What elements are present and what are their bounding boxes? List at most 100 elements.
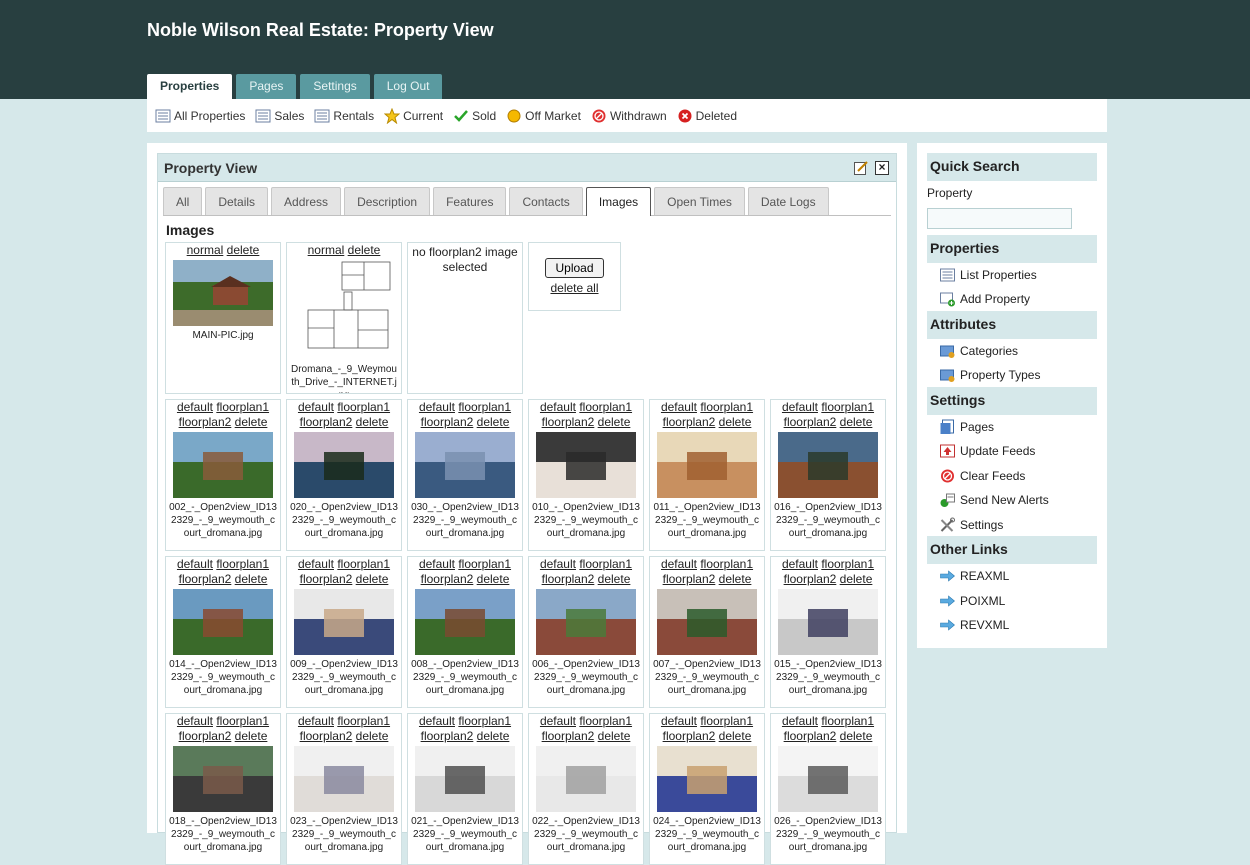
filter-withdrawn[interactable]: Withdrawn bbox=[591, 108, 667, 124]
tab-pages[interactable]: Pages bbox=[236, 74, 297, 99]
tab-features[interactable]: Features bbox=[433, 187, 507, 215]
filter-all-properties[interactable]: All Properties bbox=[155, 108, 245, 124]
delete-link[interactable]: delete bbox=[235, 572, 268, 586]
delete-link[interactable]: delete bbox=[356, 572, 389, 586]
delete-link[interactable]: delete bbox=[477, 729, 510, 743]
floorplan2-link[interactable]: floorplan2 bbox=[542, 572, 595, 586]
floorplan1-link[interactable]: floorplan1 bbox=[579, 714, 632, 728]
sidebar-item-clear-feeds[interactable]: Clear Feeds bbox=[939, 467, 1025, 485]
floorplan2-link[interactable]: floorplan2 bbox=[784, 729, 837, 743]
floorplan1-link[interactable]: floorplan1 bbox=[821, 557, 874, 571]
tab-date-logs[interactable]: Date Logs bbox=[747, 187, 829, 215]
delete-link[interactable]: delete bbox=[719, 415, 752, 429]
floorplan2-link[interactable]: floorplan2 bbox=[663, 572, 716, 586]
default-link[interactable]: default bbox=[298, 714, 334, 728]
default-link[interactable]: default bbox=[419, 714, 455, 728]
floorplan2-link[interactable]: floorplan2 bbox=[784, 415, 837, 429]
delete-all-link[interactable]: delete all bbox=[529, 281, 620, 295]
filter-rentals[interactable]: Rentals bbox=[314, 108, 374, 124]
sidebar-item-update-feeds[interactable]: Update Feeds bbox=[939, 442, 1035, 460]
filter-sold[interactable]: Sold bbox=[453, 108, 496, 124]
sidebar-item-list-properties[interactable]: List Properties bbox=[939, 266, 1037, 284]
delete-link[interactable]: delete bbox=[840, 572, 873, 586]
default-link[interactable]: default bbox=[661, 557, 697, 571]
floorplan1-link[interactable]: floorplan1 bbox=[216, 714, 269, 728]
floorplan1-link[interactable]: floorplan1 bbox=[216, 557, 269, 571]
sidebar-item-pages[interactable]: Pages bbox=[939, 418, 994, 436]
floorplan1-link[interactable]: floorplan1 bbox=[458, 714, 511, 728]
tab-open-times[interactable]: Open Times bbox=[654, 187, 745, 215]
tab-address[interactable]: Address bbox=[271, 187, 342, 215]
sidebar-item-poixml[interactable]: POIXML bbox=[939, 592, 1005, 610]
default-link[interactable]: default bbox=[782, 557, 818, 571]
delete-link[interactable]: delete bbox=[840, 729, 873, 743]
floorplan1-link[interactable]: floorplan1 bbox=[579, 557, 632, 571]
default-link[interactable]: default bbox=[177, 714, 213, 728]
sidebar-item-categories[interactable]: Categories bbox=[939, 342, 1018, 360]
floorplan1-link[interactable]: floorplan1 bbox=[216, 400, 269, 414]
default-link[interactable]: default bbox=[661, 400, 697, 414]
delete-link[interactable]: delete bbox=[356, 415, 389, 429]
delete-link[interactable]: delete bbox=[598, 572, 631, 586]
sidebar-item-revxml[interactable]: REVXML bbox=[939, 616, 1009, 634]
floorplan2-link[interactable]: floorplan2 bbox=[421, 729, 474, 743]
floorplan1-link[interactable]: floorplan1 bbox=[458, 557, 511, 571]
delete-link[interactable]: delete bbox=[356, 729, 389, 743]
tab-log-out[interactable]: Log Out bbox=[373, 74, 443, 99]
sidebar-item-add-property[interactable]: Add Property bbox=[939, 290, 1030, 308]
default-link[interactable]: default bbox=[177, 557, 213, 571]
tab-description[interactable]: Description bbox=[344, 187, 431, 215]
default-link[interactable]: default bbox=[661, 714, 697, 728]
floorplan1-link[interactable]: floorplan1 bbox=[337, 557, 390, 571]
floorplan2-link[interactable]: floorplan2 bbox=[784, 572, 837, 586]
tab-properties[interactable]: Properties bbox=[147, 74, 233, 99]
default-link[interactable]: default bbox=[782, 714, 818, 728]
normal-link[interactable]: normal bbox=[308, 243, 345, 257]
floorplan1-link[interactable]: floorplan1 bbox=[337, 714, 390, 728]
floorplan2-link[interactable]: floorplan2 bbox=[542, 415, 595, 429]
delete-link[interactable]: delete bbox=[719, 729, 752, 743]
filter-sales[interactable]: Sales bbox=[255, 108, 304, 124]
floorplan2-link[interactable]: floorplan2 bbox=[179, 729, 232, 743]
default-link[interactable]: default bbox=[419, 400, 455, 414]
delete-link[interactable]: delete bbox=[477, 415, 510, 429]
tab-all[interactable]: All bbox=[163, 187, 203, 215]
close-icon[interactable]: × bbox=[875, 161, 889, 175]
delete-link[interactable]: delete bbox=[598, 415, 631, 429]
floorplan2-link[interactable]: floorplan2 bbox=[300, 572, 353, 586]
normal-link[interactable]: normal bbox=[187, 243, 224, 257]
sidebar-item-send-new-alerts[interactable]: Send New Alerts bbox=[939, 491, 1049, 509]
floorplan2-link[interactable]: floorplan2 bbox=[663, 415, 716, 429]
floorplan2-link[interactable]: floorplan2 bbox=[663, 729, 716, 743]
sidebar-item-settings[interactable]: Settings bbox=[939, 516, 1003, 534]
floorplan2-link[interactable]: floorplan2 bbox=[300, 729, 353, 743]
filter-off-market[interactable]: Off Market bbox=[506, 108, 581, 124]
floorplan2-link[interactable]: floorplan2 bbox=[421, 572, 474, 586]
default-link[interactable]: default bbox=[419, 557, 455, 571]
delete-link[interactable]: delete bbox=[235, 729, 268, 743]
default-link[interactable]: default bbox=[298, 557, 334, 571]
upload-button[interactable]: Upload bbox=[545, 258, 604, 278]
floorplan1-link[interactable]: floorplan1 bbox=[579, 400, 632, 414]
delete-link[interactable]: delete bbox=[227, 243, 260, 257]
floorplan1-link[interactable]: floorplan1 bbox=[700, 400, 753, 414]
edit-icon[interactable] bbox=[854, 161, 868, 175]
floorplan1-link[interactable]: floorplan1 bbox=[821, 714, 874, 728]
default-link[interactable]: default bbox=[177, 400, 213, 414]
delete-link[interactable]: delete bbox=[598, 729, 631, 743]
default-link[interactable]: default bbox=[298, 400, 334, 414]
floorplan2-link[interactable]: floorplan2 bbox=[421, 415, 474, 429]
floorplan1-link[interactable]: floorplan1 bbox=[700, 557, 753, 571]
default-link[interactable]: default bbox=[540, 400, 576, 414]
tab-settings[interactable]: Settings bbox=[300, 74, 370, 99]
delete-link[interactable]: delete bbox=[840, 415, 873, 429]
default-link[interactable]: default bbox=[540, 557, 576, 571]
default-link[interactable]: default bbox=[540, 714, 576, 728]
delete-link[interactable]: delete bbox=[719, 572, 752, 586]
floorplan1-link[interactable]: floorplan1 bbox=[700, 714, 753, 728]
floorplan2-link[interactable]: floorplan2 bbox=[542, 729, 595, 743]
tab-details[interactable]: Details bbox=[205, 187, 269, 215]
sidebar-item-property-types[interactable]: Property Types bbox=[939, 366, 1040, 384]
floorplan2-link[interactable]: floorplan2 bbox=[179, 572, 232, 586]
filter-deleted[interactable]: Deleted bbox=[677, 108, 737, 124]
